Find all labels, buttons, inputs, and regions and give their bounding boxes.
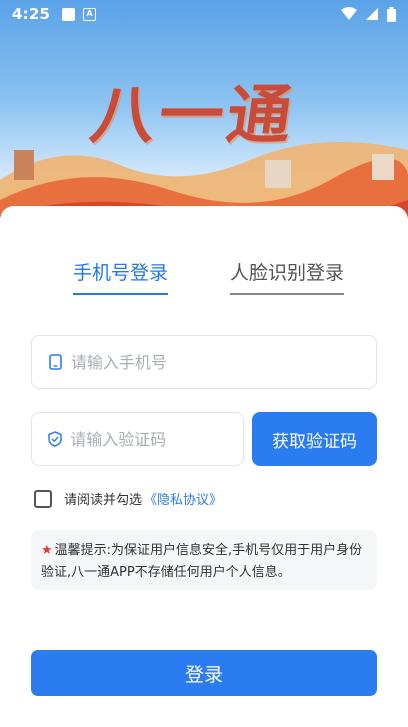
notice-text: 温馨提示:为保证用户信息安全,手机号仅用于用户身份验证,八一通APP不存储任何用…: [41, 543, 363, 580]
agreement-checkbox[interactable]: [34, 489, 52, 508]
status-right-icons: [341, 6, 396, 22]
header-banner: 八一通: [0, 0, 408, 230]
privacy-policy-link[interactable]: 《隐私协议》: [144, 489, 222, 508]
tab-face-login[interactable]: 人脸识别登录: [230, 258, 345, 295]
code-input[interactable]: [70, 429, 243, 449]
phone-field[interactable]: [31, 335, 377, 389]
shield-check-icon: [48, 431, 62, 447]
notice-box: ★ 温馨提示:为保证用户信息安全,手机号仅用于用户身份验证,八一通APP不存储任何…: [31, 530, 377, 590]
app-logo-calligraphy: 八一通: [85, 78, 301, 153]
star-icon: ★: [41, 543, 53, 558]
phone-icon: [48, 354, 63, 370]
status-time: 4:25: [12, 5, 51, 23]
login-card: 手机号登录 人脸识别登录 获取验证码 请阅读并勾选 《隐私协议》 ★温馨提示:为…: [0, 206, 408, 727]
status-bar: 4:25 A: [0, 0, 408, 28]
login-tabs: 手机号登录 人脸识别登录: [0, 258, 408, 298]
square-icon: [62, 7, 76, 21]
battery-icon: [387, 6, 396, 22]
agreement-row: 请阅读并勾选 《隐私协议》: [34, 489, 222, 508]
a-icon: A: [83, 7, 97, 21]
wifi-icon: [341, 7, 357, 20]
get-code-button[interactable]: 获取验证码: [252, 412, 377, 466]
agreement-text: 请阅读并勾选: [64, 493, 143, 508]
phone-input[interactable]: [70, 352, 376, 372]
signal-icon: [366, 8, 378, 20]
tab-phone-login[interactable]: 手机号登录: [73, 258, 169, 295]
code-field[interactable]: [31, 412, 244, 466]
login-button[interactable]: 登录: [31, 650, 377, 696]
